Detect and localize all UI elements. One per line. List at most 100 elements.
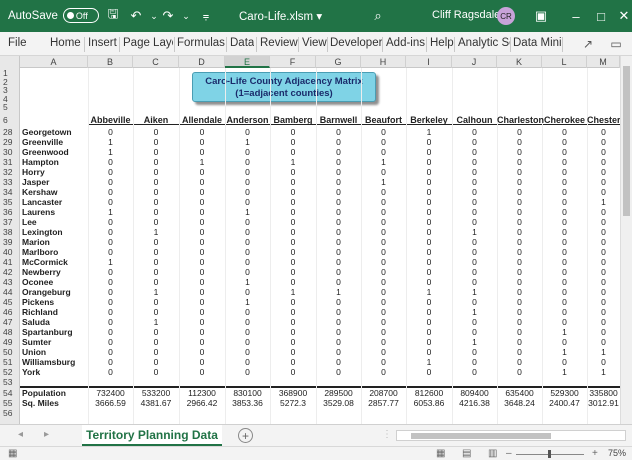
adjacency-cell[interactable]: 0 — [133, 217, 179, 227]
adjacency-cell[interactable]: 0 — [88, 237, 133, 247]
adjacency-cell[interactable]: 0 — [225, 287, 270, 297]
summary-value-cell[interactable]: 2400.47 — [542, 398, 587, 408]
row-number[interactable]: 53 — [0, 377, 20, 387]
adjacency-cell[interactable]: 0 — [179, 367, 225, 377]
adjacency-cell[interactable]: 0 — [587, 147, 620, 157]
adjacency-cell[interactable]: 0 — [179, 167, 225, 177]
adjacency-cell[interactable]: 0 — [179, 197, 225, 207]
adjacency-cell[interactable]: 0 — [452, 367, 497, 377]
adjacency-cell[interactable]: 0 — [88, 167, 133, 177]
summary-value-cell[interactable]: 5272.3 — [270, 398, 316, 408]
adjacency-cell[interactable]: 0 — [133, 357, 179, 367]
tab-view[interactable]: View — [302, 37, 327, 49]
summary-value-cell[interactable]: 2857.77 — [361, 398, 406, 408]
adjacency-cell[interactable]: 0 — [406, 167, 452, 177]
adjacency-cell[interactable]: 1 — [361, 157, 406, 167]
adjacency-cell[interactable]: 0 — [587, 327, 620, 337]
adjacency-cell[interactable]: 0 — [179, 267, 225, 277]
county-name-cell[interactable]: Oconee — [22, 277, 53, 287]
adjacency-cell[interactable]: 0 — [542, 257, 587, 267]
summary-value-cell[interactable]: 4216.38 — [452, 398, 497, 408]
adjacency-cell[interactable]: 0 — [179, 177, 225, 187]
county-name-cell[interactable]: Lexington — [22, 227, 63, 237]
adjacency-cell[interactable]: 0 — [316, 197, 361, 207]
adjacency-cell[interactable]: 0 — [179, 357, 225, 367]
county-column-header[interactable]: Beaufort — [361, 115, 406, 125]
adjacency-cell[interactable]: 0 — [406, 297, 452, 307]
adjacency-cell[interactable]: 0 — [225, 257, 270, 267]
adjacency-cell[interactable]: 0 — [316, 327, 361, 337]
adjacency-cell[interactable]: 0 — [225, 167, 270, 177]
adjacency-cell[interactable]: 0 — [316, 207, 361, 217]
adjacency-cell[interactable]: 0 — [270, 207, 316, 217]
adjacency-cell[interactable]: 0 — [179, 247, 225, 257]
row-number[interactable]: 54 — [0, 388, 20, 398]
county-name-cell[interactable]: Richland — [22, 307, 58, 317]
county-column-header[interactable]: Calhoun — [452, 115, 497, 125]
row-number[interactable]: 56 — [0, 408, 20, 418]
row-number[interactable]: 48 — [0, 327, 20, 337]
column-header[interactable]: D — [179, 56, 225, 68]
adjacency-cell[interactable]: 0 — [225, 147, 270, 157]
adjacency-cell[interactable]: 0 — [361, 327, 406, 337]
column-header[interactable]: C — [133, 56, 179, 68]
adjacency-cell[interactable]: 0 — [270, 367, 316, 377]
row-number[interactable]: 55 — [0, 398, 20, 408]
column-header[interactable]: B — [88, 56, 133, 68]
adjacency-cell[interactable]: 0 — [497, 257, 542, 267]
summary-value-cell[interactable]: 335800 — [587, 388, 620, 398]
adjacency-cell[interactable]: 0 — [270, 167, 316, 177]
row-number[interactable]: 28 — [0, 127, 20, 137]
adjacency-cell[interactable]: 0 — [133, 297, 179, 307]
adjacency-cell[interactable]: 0 — [133, 167, 179, 177]
adjacency-cell[interactable]: 0 — [497, 357, 542, 367]
adjacency-cell[interactable]: 0 — [587, 297, 620, 307]
county-name-cell[interactable]: Greenwood — [22, 147, 69, 157]
row-number[interactable]: 38 — [0, 227, 20, 237]
tab-file[interactable]: File — [8, 37, 27, 49]
adjacency-cell[interactable]: 0 — [452, 187, 497, 197]
county-name-cell[interactable]: Pickens — [22, 297, 54, 307]
adjacency-cell[interactable]: 0 — [88, 347, 133, 357]
adjacency-cell[interactable]: 1 — [542, 327, 587, 337]
adjacency-cell[interactable]: 0 — [452, 217, 497, 227]
county-name-cell[interactable]: Williamsburg — [22, 357, 75, 367]
county-column-header[interactable]: Aiken — [133, 115, 179, 125]
adjacency-cell[interactable]: 0 — [316, 257, 361, 267]
tab-add-ins[interactable]: Add-ins — [386, 37, 425, 49]
adjacency-cell[interactable]: 0 — [179, 147, 225, 157]
row-number[interactable]: 36 — [0, 207, 20, 217]
county-column-header[interactable]: Anderson — [225, 115, 270, 125]
scroll-thumb[interactable] — [411, 433, 551, 439]
summary-value-cell[interactable]: 830100 — [225, 388, 270, 398]
adjacency-cell[interactable]: 0 — [497, 297, 542, 307]
county-column-header[interactable]: Berkeley — [406, 115, 452, 125]
adjacency-cell[interactable]: 0 — [452, 177, 497, 187]
adjacency-cell[interactable]: 1 — [587, 347, 620, 357]
summary-label-cell[interactable]: Sq. Miles — [22, 398, 59, 408]
minimize-icon[interactable]: – — [566, 6, 586, 26]
adjacency-cell[interactable]: 1 — [452, 287, 497, 297]
adjacency-cell[interactable]: 0 — [88, 337, 133, 347]
row-number[interactable]: 52 — [0, 367, 20, 377]
zoom-slider-thumb[interactable] — [548, 450, 551, 458]
avatar[interactable]: CR — [497, 7, 515, 25]
tab-page-layout[interactable]: Page Layc — [123, 37, 173, 49]
adjacency-cell[interactable]: 0 — [316, 217, 361, 227]
adjacency-cell[interactable]: 0 — [270, 127, 316, 137]
adjacency-cell[interactable]: 0 — [452, 347, 497, 357]
adjacency-cell[interactable]: 0 — [497, 167, 542, 177]
customize-toolbar-icon[interactable]: ⩦ — [198, 8, 214, 24]
row-number[interactable]: 32 — [0, 167, 20, 177]
row-number[interactable]: 31 — [0, 157, 20, 167]
county-name-cell[interactable]: Lee — [22, 217, 37, 227]
adjacency-cell[interactable]: 1 — [361, 177, 406, 187]
column-header[interactable]: K — [497, 56, 542, 68]
adjacency-cell[interactable]: 0 — [88, 277, 133, 287]
adjacency-cell[interactable]: 0 — [587, 237, 620, 247]
adjacency-cell[interactable]: 0 — [361, 237, 406, 247]
adjacency-cell[interactable]: 0 — [316, 297, 361, 307]
row-number[interactable]: 49 — [0, 337, 20, 347]
adjacency-cell[interactable]: 1 — [542, 367, 587, 377]
adjacency-cell[interactable]: 0 — [452, 357, 497, 367]
